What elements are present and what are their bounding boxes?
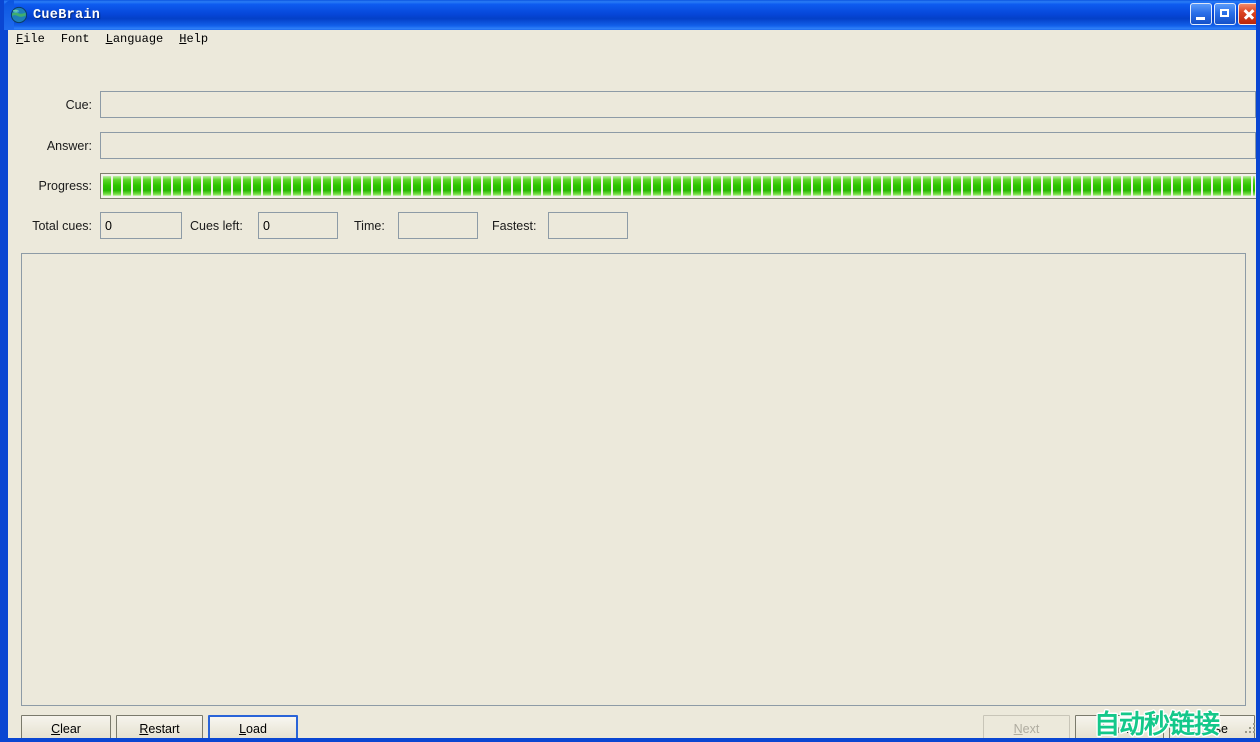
total-cues-label: Total cues: — [32, 219, 92, 233]
progress-bar — [100, 173, 1256, 199]
window-controls — [1190, 3, 1256, 25]
cue-input[interactable] — [100, 91, 1256, 118]
minimize-button[interactable] — [1190, 3, 1212, 25]
window-title: CueBrain — [33, 7, 101, 23]
load-button[interactable]: Load — [208, 715, 298, 738]
close-button[interactable] — [1238, 3, 1256, 25]
cues-left-input[interactable] — [258, 212, 338, 239]
maximize-button[interactable] — [1214, 3, 1236, 25]
client-area: File Font Language Help Cue: Answer: Pro… — [8, 30, 1256, 738]
fastest-input[interactable] — [548, 212, 628, 239]
answer-label: Answer: — [46, 139, 92, 153]
clear-button[interactable]: Clear — [21, 715, 111, 738]
globe-icon — [10, 6, 28, 24]
cues-left-label: Cues left: — [190, 219, 243, 233]
menu-item-file[interactable]: File — [16, 32, 45, 46]
ignore-button[interactable]: Ignore — [1075, 715, 1164, 738]
progress-label: Progress: — [38, 179, 93, 193]
answer-input[interactable] — [100, 132, 1256, 159]
title-bar[interactable]: CueBrain — [4, 0, 1256, 30]
total-cues-input[interactable] — [100, 212, 182, 239]
restart-button[interactable]: Restart — [116, 715, 203, 738]
menu-item-help[interactable]: Help — [179, 32, 208, 46]
time-input[interactable] — [398, 212, 478, 239]
menu-item-language[interactable]: Language — [106, 32, 164, 46]
application-window: CueBrain File Font Language Help Cue: An… — [0, 0, 1260, 742]
fastest-label: Fastest: — [492, 219, 537, 233]
resize-grip[interactable] — [1243, 721, 1256, 735]
next-button: Next — [983, 715, 1070, 738]
menu-bar: File Font Language Help — [8, 30, 1256, 48]
content-panel[interactable] — [21, 253, 1246, 706]
progress-bar-fill — [103, 176, 1255, 196]
cue-label: Cue: — [65, 98, 92, 112]
menu-item-font[interactable]: Font — [61, 32, 90, 46]
time-label: Time: — [354, 219, 385, 233]
